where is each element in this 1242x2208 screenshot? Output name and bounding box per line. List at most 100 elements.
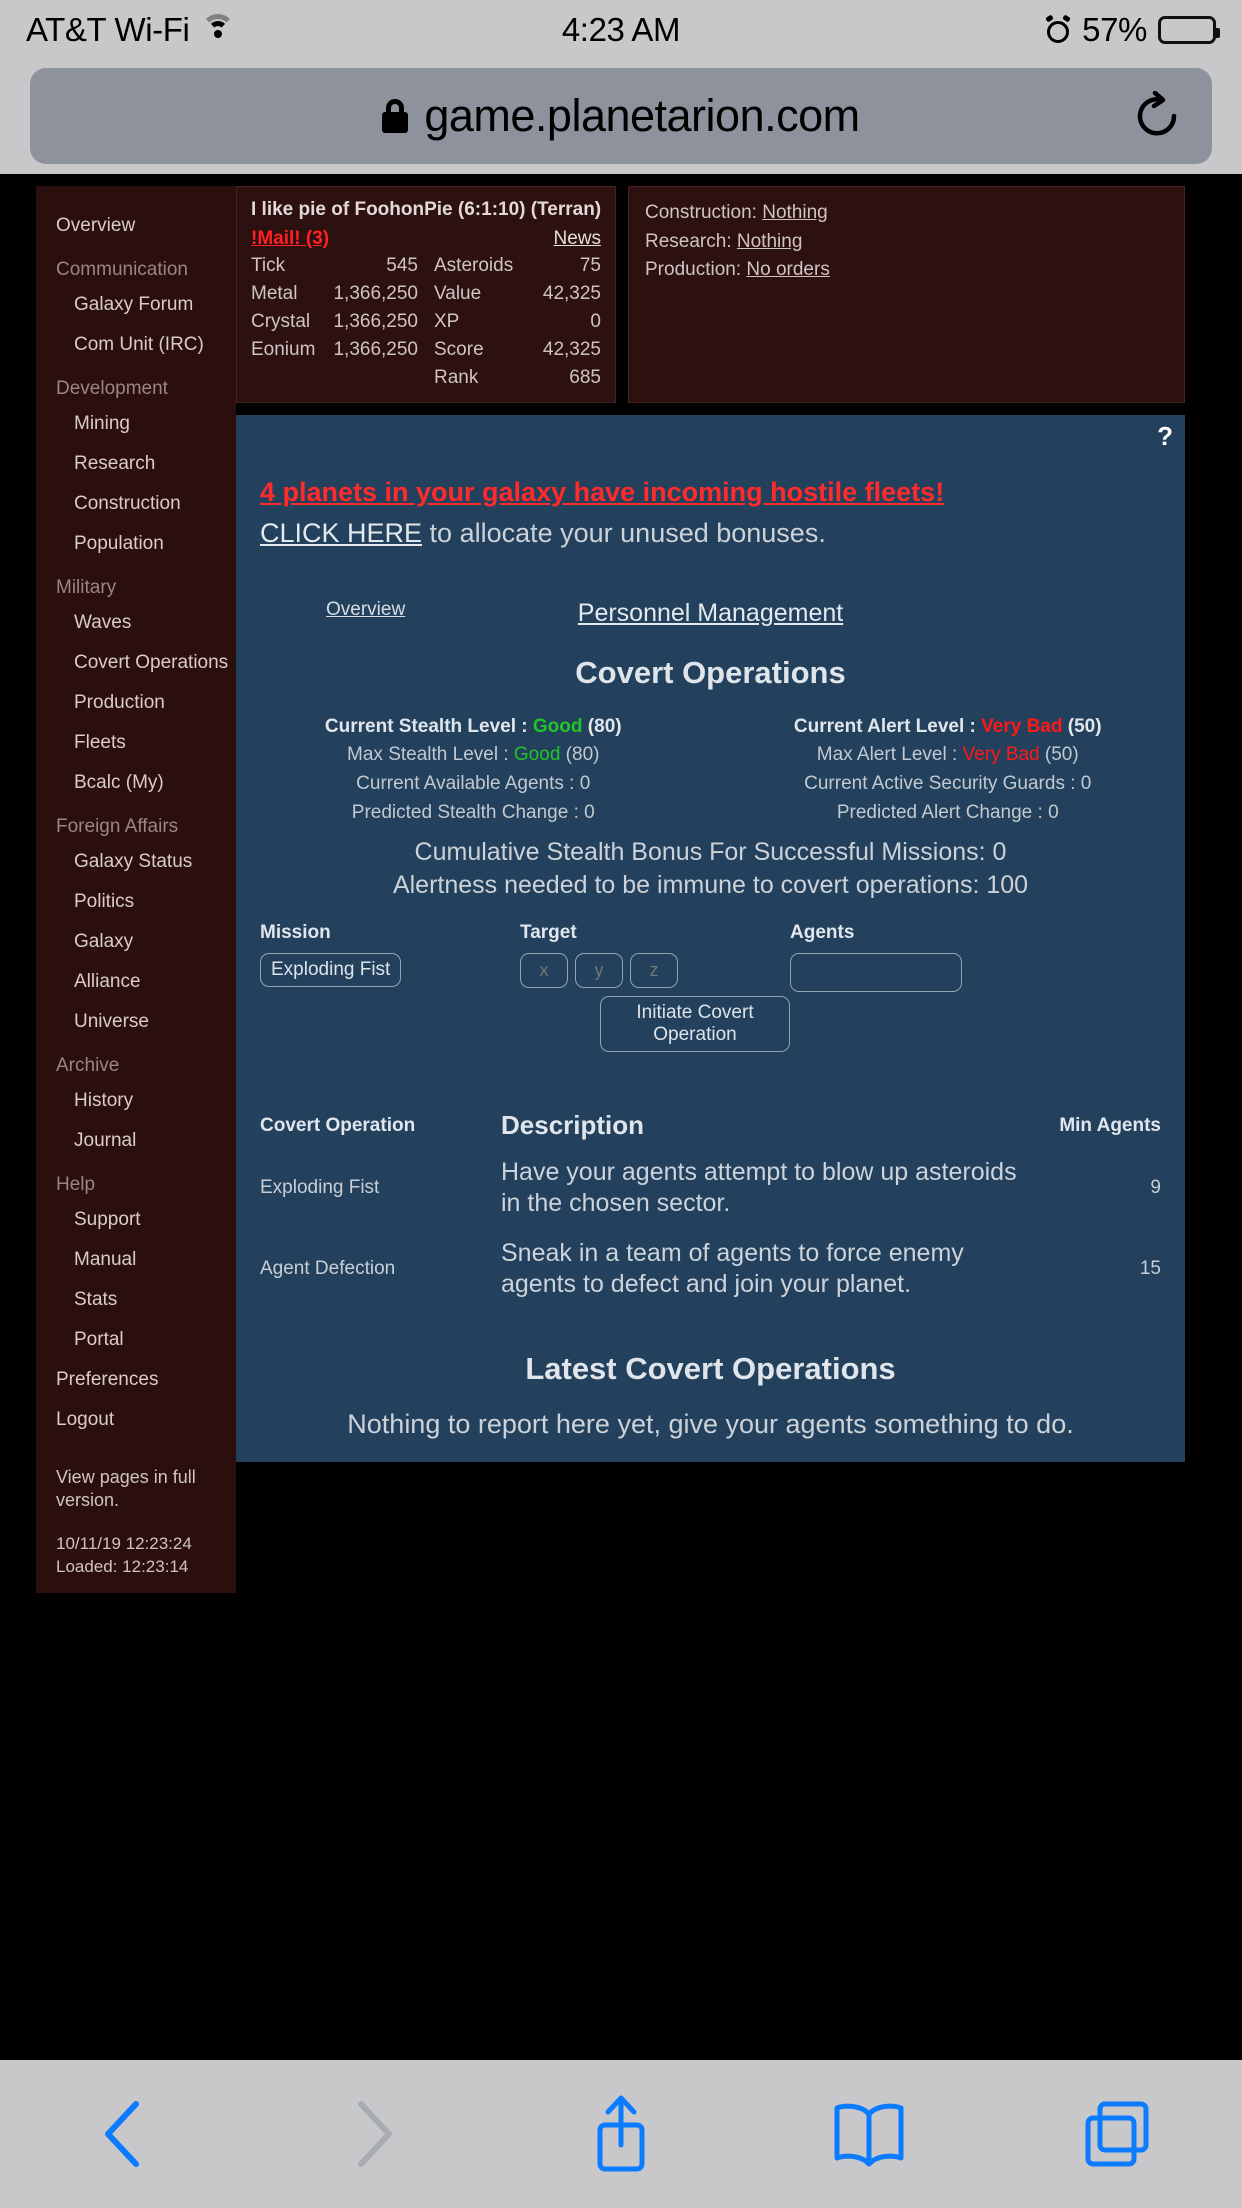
clock-label: 4:23 AM xyxy=(561,11,681,48)
target-x-input[interactable] xyxy=(520,953,568,989)
ios-browser-chrome: AT&T Wi-Fi 4:23 AM 57% game.planetarion.… xyxy=(0,0,1242,174)
sidebar-item-construction[interactable]: Construction xyxy=(56,484,236,524)
covert-operations-table-body: Exploding Fist Have your agents attempt t… xyxy=(236,1147,1185,1309)
server-timestamp: 10/11/19 12:23:24 xyxy=(56,1533,192,1553)
sidebar-item-portal[interactable]: Portal xyxy=(56,1320,236,1360)
max-alert-number: (50) xyxy=(1039,744,1079,766)
sidebar-item-population[interactable]: Population xyxy=(56,524,236,564)
stat-row: Eonium 1,366,250 xyxy=(251,336,418,364)
current-alert-label: Current Alert Level : xyxy=(793,715,982,737)
production-value[interactable]: No orders xyxy=(746,259,829,280)
stat-row: Tick 545 xyxy=(251,252,418,280)
sidebar-item-alliance[interactable]: Alliance xyxy=(56,962,236,1002)
op-description-cell: Sneak in a team of agents to force enemy… xyxy=(501,1239,964,1298)
sidebar-item-overview[interactable]: Overview xyxy=(56,206,236,246)
max-stealth-value: Good xyxy=(513,744,561,766)
sidebar-item-manual[interactable]: Manual xyxy=(56,1240,236,1280)
current-alert-row: Current Alert Level : Very Bad (50) xyxy=(711,713,1186,742)
orders-panel: Construction: Nothing Research: Nothing … xyxy=(628,186,1185,403)
share-icon[interactable] xyxy=(561,2089,681,2179)
wifi-icon xyxy=(201,14,236,43)
header-description: Description xyxy=(501,1110,645,1141)
predicted-alert-change: Predicted Alert Change : 0 xyxy=(836,802,1059,824)
mail-link[interactable]: !Mail! (3) xyxy=(251,228,329,249)
stats-left-rows: Tick 545 Metal 1,366,250 Crystal 1,366,250 Eon… xyxy=(251,252,418,364)
click-here-link[interactable]: CLICK HERE xyxy=(260,518,422,548)
stat-value: 0 xyxy=(590,310,601,332)
alert-block: 4 planets in your galaxy have incoming h… xyxy=(236,415,1185,549)
back-chevron-icon[interactable] xyxy=(64,2089,184,2179)
news-link[interactable]: News xyxy=(434,228,601,250)
research-value[interactable]: Nothing xyxy=(737,231,803,252)
sidebar-item-bcalc-my[interactable]: Bcalc (My) xyxy=(56,763,236,803)
sidebar-item-logout[interactable]: Logout xyxy=(56,1400,236,1440)
player-stats-panel: I like pie of FoohonPie (6:1:10) (Terran… xyxy=(236,186,616,403)
reload-icon[interactable] xyxy=(1132,90,1182,141)
current-stealth-number: (80) xyxy=(582,715,622,737)
op-name-cell: Exploding Fist xyxy=(260,1176,380,1198)
stat-value: 685 xyxy=(569,366,601,388)
max-alert-value: Very Bad xyxy=(962,744,1040,766)
sidebar-group-military: Military xyxy=(56,577,117,598)
research-row: Research: Nothing xyxy=(645,228,1168,257)
main-content: ? 4 planets in your galaxy have incoming… xyxy=(236,414,1186,1463)
stat-value: 1,366,250 xyxy=(333,338,418,360)
mission-select[interactable]: Exploding Fist xyxy=(260,953,402,988)
research-label: Research: xyxy=(645,230,732,252)
sidebar-item-covert-operations[interactable]: Covert Operations xyxy=(56,643,236,683)
initiate-covert-operation-button[interactable]: Initiate Covert Operation xyxy=(600,996,790,1053)
lock-icon xyxy=(382,99,409,133)
sidebar-item-galaxy[interactable]: Galaxy xyxy=(56,922,236,962)
forward-chevron-icon xyxy=(313,2089,433,2179)
hostile-fleets-alert-link[interactable]: 4 planets in your galaxy have incoming h… xyxy=(260,477,944,508)
max-alert-row: Max Alert Level : Very Bad (50) xyxy=(711,741,1186,770)
latest-operations-empty: Nothing to report here yet, give your ag… xyxy=(347,1409,1074,1440)
full-version-link[interactable]: View pages in full version. xyxy=(56,1466,236,1513)
max-stealth-row: Max Stealth Level : Good (80) xyxy=(236,741,711,770)
sidebar-item-support[interactable]: Support xyxy=(56,1200,236,1240)
sidebar-item-waves[interactable]: Waves xyxy=(56,603,236,643)
mission-label: Mission xyxy=(260,922,331,944)
target-z-input[interactable] xyxy=(630,953,678,989)
sidebar-item-mining[interactable]: Mining xyxy=(56,404,236,444)
tabs-icon[interactable] xyxy=(1058,2089,1178,2179)
construction-value[interactable]: Nothing xyxy=(762,202,828,223)
stealth-column: Current Stealth Level : Good (80) Max St… xyxy=(236,713,711,829)
sidebar-item-galaxy-forum[interactable]: Galaxy Forum xyxy=(56,285,236,325)
address-bar[interactable]: game.planetarion.com xyxy=(30,68,1212,164)
agents-input[interactable] xyxy=(790,953,962,993)
url-text: game.planetarion.com xyxy=(424,90,860,141)
sidebar-footer: View pages in full version. 10/11/19 12:… xyxy=(36,1440,236,1579)
header-covert-operation: Covert Operation xyxy=(260,1114,416,1136)
stat-key: Metal xyxy=(251,282,298,304)
sidebar-item-stats[interactable]: Stats xyxy=(56,1280,236,1320)
sidebar-item-production[interactable]: Production xyxy=(56,683,236,723)
stat-value: 42,325 xyxy=(542,282,601,304)
stat-key: Eonium xyxy=(251,338,316,360)
help-icon[interactable]: ? xyxy=(1157,421,1173,452)
book-icon[interactable] xyxy=(809,2089,929,2179)
sidebar-item-preferences[interactable]: Preferences xyxy=(56,1360,236,1400)
header-min-agents: Min Agents xyxy=(1059,1114,1161,1136)
sidebar-item-fleets[interactable]: Fleets xyxy=(56,723,236,763)
stat-key: Crystal xyxy=(251,310,311,332)
sidebar-item-journal[interactable]: Journal xyxy=(56,1121,236,1161)
sidebar-item-universe[interactable]: Universe xyxy=(56,1002,236,1042)
op-min-agents-cell: 15 xyxy=(1139,1257,1161,1279)
current-stealth-value: Good xyxy=(532,715,583,737)
stat-key: Score xyxy=(434,338,484,360)
stat-row: Value 42,325 xyxy=(434,280,601,308)
stat-value: 75 xyxy=(579,255,601,276)
overview-link[interactable]: Overview xyxy=(326,599,405,621)
sidebar-item-politics[interactable]: Politics xyxy=(56,882,236,922)
target-y-input[interactable] xyxy=(575,953,623,989)
sidebar-item-history[interactable]: History xyxy=(56,1081,236,1121)
sidebar-item-com-unit-irc[interactable]: Com Unit (IRC) xyxy=(56,325,236,365)
sidebar-item-galaxy-status[interactable]: Galaxy Status xyxy=(56,842,236,882)
sidebar-item-research[interactable]: Research xyxy=(56,444,236,484)
bonus-rest-text: to allocate your unused bonuses. xyxy=(422,517,826,548)
page-title: Covert Operations xyxy=(575,654,846,690)
sidebar-group-foreign-affairs: Foreign Affairs xyxy=(56,816,179,837)
personnel-management-link[interactable]: Personnel Management xyxy=(578,599,843,628)
planet-title: I like pie of FoohonPie (6:1:10) (Terran… xyxy=(251,199,602,220)
